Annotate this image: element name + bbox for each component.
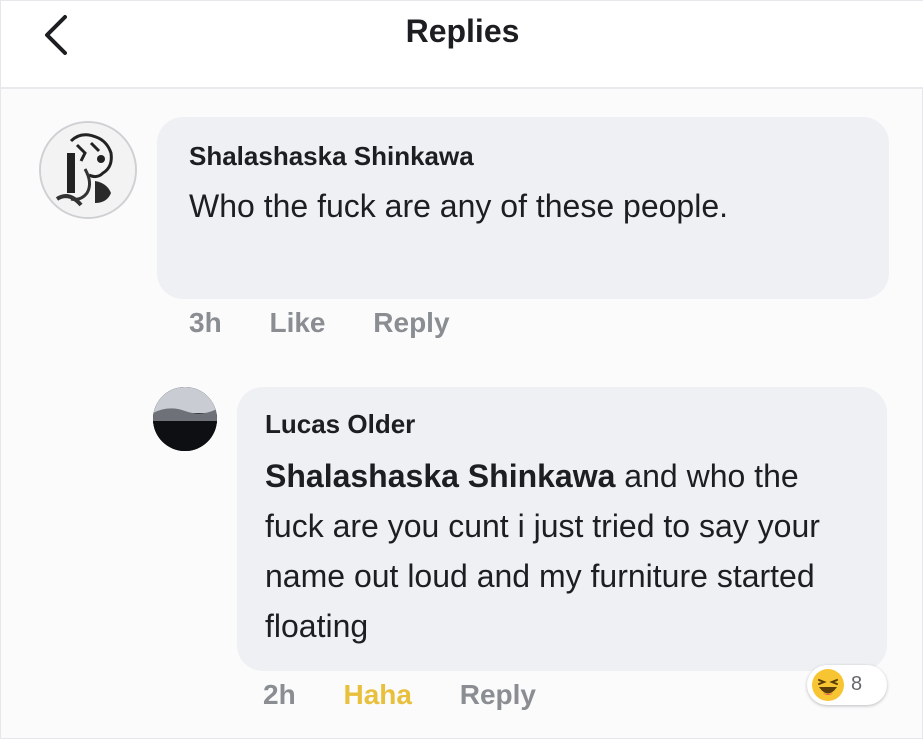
comment-text: Who the fuck are any of these people. (189, 188, 728, 224)
comment-timestamp: 3h (189, 307, 222, 338)
replies-screen: Replies Shalashaska Shinkawa Who the fuc… (0, 0, 923, 739)
page-title: Replies (405, 13, 520, 49)
haha-emoji-icon (812, 669, 844, 701)
reply-bubble: Lucas Older Shalashaska Shinkawa and who… (237, 387, 887, 671)
reply-author[interactable]: Lucas Older (265, 409, 415, 440)
reaction-count: 8 (851, 673, 863, 695)
avatar-lucas[interactable] (153, 387, 217, 451)
reply-button[interactable]: Reply (460, 679, 536, 711)
reply-actions: 2h Haha Reply (263, 679, 576, 711)
comment-author[interactable]: Shalashaska Shinkawa (189, 141, 474, 172)
comment-actions: 3h Like Reply (189, 307, 490, 339)
reply-timestamp: 2h (263, 679, 296, 710)
haha-reaction-button[interactable]: Haha (343, 679, 411, 711)
mention-link[interactable]: Shalashaska Shinkawa (265, 458, 615, 494)
reply-text: Shalashaska Shinkawa and who the fuck ar… (265, 451, 855, 651)
avatar-shalashaska[interactable] (39, 121, 137, 219)
sketch-portrait-avatar (41, 123, 135, 217)
comment-bubble: Shalashaska Shinkawa Who the fuck are an… (157, 117, 889, 299)
reply-button[interactable]: Reply (373, 307, 449, 339)
dark-landscape-avatar (153, 387, 217, 451)
reaction-summary[interactable]: 8 (807, 665, 887, 705)
like-button[interactable]: Like (269, 307, 325, 339)
header-bar: Replies (1, 1, 923, 89)
